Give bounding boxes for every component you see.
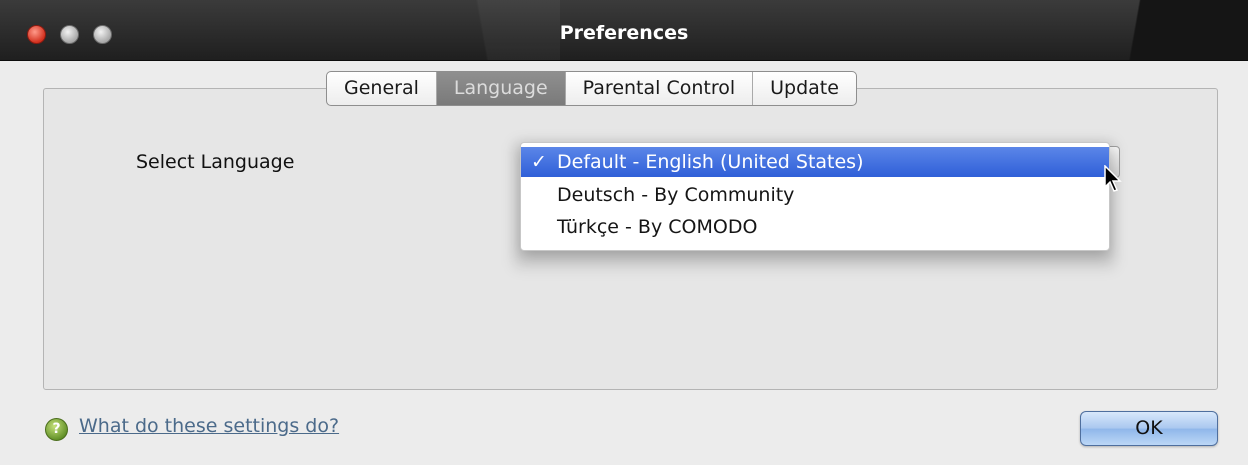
mouse-cursor-icon — [1104, 165, 1122, 192]
language-option-english[interactable]: ✓ Default - English (United States) — [521, 147, 1109, 177]
checkmark-icon: ✓ — [531, 151, 547, 173]
window-title: Preferences — [559, 22, 689, 44]
menu-item-label: Deutsch - By Community — [557, 184, 795, 206]
help-icon: ? — [45, 418, 68, 441]
tab-bar: General Language Parental Control Update — [326, 71, 857, 106]
language-dropdown-menu: ✓ Default - English (United States) Deut… — [520, 142, 1110, 251]
ok-button[interactable]: OK — [1080, 411, 1218, 446]
select-language-label: Select Language — [136, 151, 295, 173]
language-option-turkce[interactable]: Türkçe - By COMODO — [521, 212, 1109, 242]
title-bar[interactable]: Preferences — [0, 0, 1248, 61]
language-option-deutsch[interactable]: Deutsch - By Community — [521, 180, 1109, 210]
tab-parental-control[interactable]: Parental Control — [566, 72, 754, 105]
tab-general[interactable]: General — [327, 72, 437, 105]
menu-item-label: Default - English (United States) — [557, 151, 864, 173]
tab-language[interactable]: Language — [436, 72, 566, 105]
tab-update[interactable]: Update — [753, 72, 856, 105]
preferences-window: Preferences General Language Parental Co… — [0, 0, 1248, 465]
menu-item-label: Türkçe - By COMODO — [557, 216, 758, 238]
help-link[interactable]: What do these settings do? — [79, 415, 339, 437]
